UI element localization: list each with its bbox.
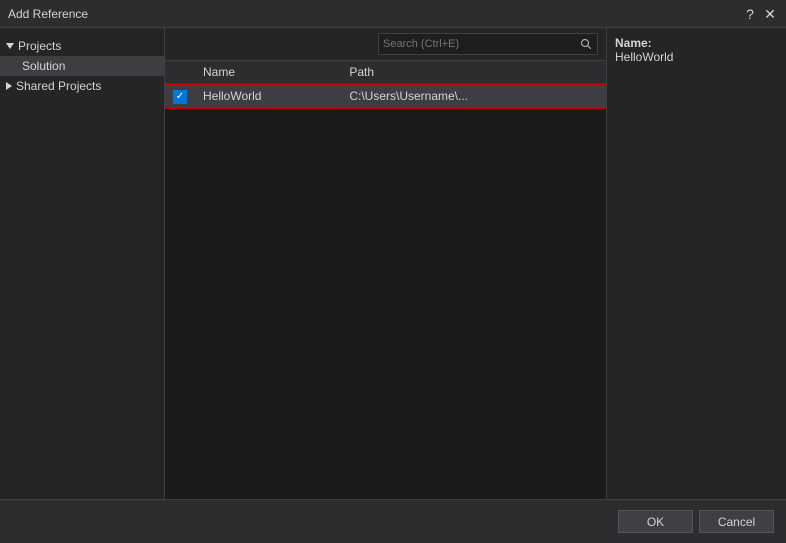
dialog-title: Add Reference [8, 7, 88, 21]
bottom-bar: OK Cancel [0, 499, 786, 543]
center-panel: Name Path ✓ HelloWorld C:\Users\Username… [165, 28, 606, 499]
search-row [165, 28, 606, 61]
right-panel: Name: HelloWorld [606, 28, 786, 499]
sidebar: Projects Solution Shared Projects [0, 28, 165, 499]
sidebar-group-label: Projects [18, 39, 61, 53]
close-button[interactable]: ✕ [762, 6, 778, 22]
help-button[interactable]: ? [742, 6, 758, 22]
table-row[interactable]: ✓ HelloWorld C:\Users\Username\... [165, 84, 606, 109]
search-input[interactable] [379, 34, 575, 54]
right-panel-name-value: HelloWorld [615, 50, 673, 64]
sidebar-group-projects[interactable]: Projects [0, 36, 164, 56]
title-bar-controls: ? ✕ [742, 6, 778, 22]
table-header-row: Name Path [165, 61, 606, 84]
sidebar-item-shared-projects-label: Shared Projects [16, 79, 101, 93]
sidebar-item-solution[interactable]: Solution [0, 56, 164, 76]
col-header-path[interactable]: Path [341, 61, 606, 84]
row-checkbox-cell[interactable]: ✓ [165, 84, 195, 109]
expand-icon [6, 43, 14, 49]
row-name: HelloWorld [195, 84, 341, 109]
right-panel-name-label: Name: [615, 36, 652, 50]
main-split: Name Path ✓ HelloWorld C:\Users\Username… [165, 28, 786, 499]
search-wrapper[interactable] [378, 33, 598, 55]
sidebar-section-projects: Projects Solution Shared Projects [0, 32, 164, 100]
row-path: C:\Users\Username\... [341, 84, 606, 109]
sidebar-item-shared-projects[interactable]: Shared Projects [0, 76, 164, 96]
title-bar: Add Reference ? ✕ [0, 0, 786, 28]
checkbox-checked[interactable]: ✓ [173, 90, 187, 104]
table-container: Name Path ✓ HelloWorld C:\Users\Username… [165, 61, 606, 499]
col-header-name[interactable]: Name [195, 61, 341, 84]
dialog-body: Projects Solution Shared Projects [0, 28, 786, 499]
reference-table: Name Path ✓ HelloWorld C:\Users\Username… [165, 61, 606, 109]
cancel-button[interactable]: Cancel [699, 510, 774, 533]
sidebar-item-solution-label: Solution [22, 59, 65, 73]
ok-button[interactable]: OK [618, 510, 693, 533]
col-header-checkbox [165, 61, 195, 84]
search-icon-button[interactable] [575, 33, 597, 55]
shared-projects-expand-icon [6, 82, 12, 90]
